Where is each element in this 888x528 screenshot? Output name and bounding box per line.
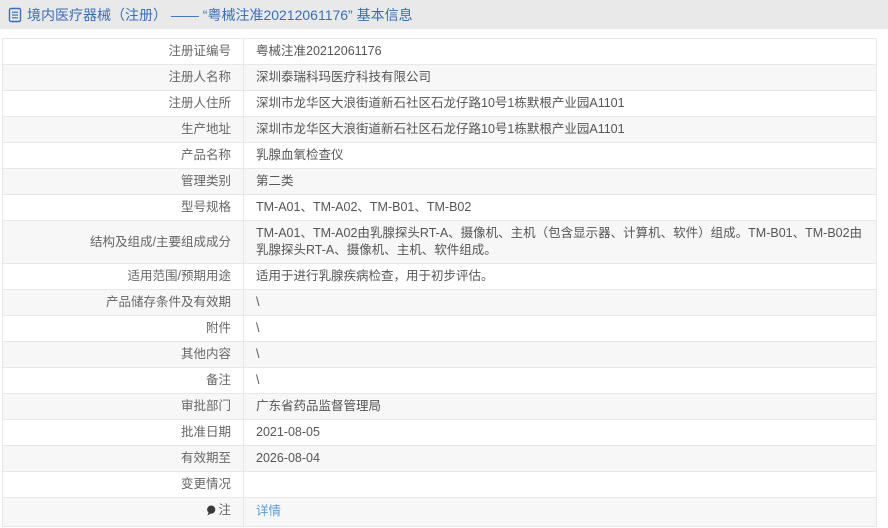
row-value: 深圳市龙华区大浪街道新石社区石龙仔路10号1栋默根产业园A1101 bbox=[243, 116, 877, 143]
table-row-structure-composition: 结构及组成/主要组成成分 TM-A01、TM-A02由乳腺探头RT-A、摄像机、… bbox=[2, 220, 877, 264]
row-label: 产品储存条件及有效期 bbox=[2, 289, 244, 316]
row-label: 管理类别 bbox=[2, 168, 244, 195]
row-value: 2021-08-05 bbox=[243, 419, 877, 446]
table-row-model-spec: 型号规格 TM-A01、TM-A02、TM-B01、TM-B02 bbox=[2, 194, 877, 221]
row-value: TM-A01、TM-A02、TM-B01、TM-B02 bbox=[243, 194, 877, 221]
table-row-remarks: 备注 \ bbox=[2, 367, 877, 394]
table-row-cert-number: 注册证编号 粤械注准20212061176 bbox=[2, 38, 877, 65]
row-label: 注册人住所 bbox=[2, 90, 244, 117]
row-label: 注 bbox=[2, 497, 244, 527]
row-value: 乳腺血氧检查仪 bbox=[243, 142, 877, 169]
table-row-expiry-date: 有效期至 2026-08-04 bbox=[2, 445, 877, 472]
row-label: 注册证编号 bbox=[2, 38, 244, 65]
row-value: 2026-08-04 bbox=[243, 445, 877, 472]
table-row-storage-validity: 产品储存条件及有效期 \ bbox=[2, 289, 877, 316]
row-value: \ bbox=[243, 315, 877, 342]
row-label: 其他内容 bbox=[2, 341, 244, 368]
table-row-management-class: 管理类别 第二类 bbox=[2, 168, 877, 195]
page-header: 境内医疗器械（注册） —— “粤械注准20212061176” 基本信息 bbox=[0, 0, 888, 29]
row-value: 深圳市龙华区大浪街道新石社区石龙仔路10号1栋默根产业园A1101 bbox=[243, 90, 877, 117]
row-label: 备注 bbox=[2, 367, 244, 394]
row-value: 第二类 bbox=[243, 168, 877, 195]
table-row-registrant-name: 注册人名称 深圳泰瑞科玛医疗科技有限公司 bbox=[2, 64, 877, 91]
row-label: 审批部门 bbox=[2, 393, 244, 420]
row-label: 批准日期 bbox=[2, 419, 244, 446]
row-value: \ bbox=[243, 367, 877, 394]
row-label: 适用范围/预期用途 bbox=[2, 263, 244, 290]
note-balloon-icon bbox=[206, 505, 216, 517]
table-row-production-address: 生产地址 深圳市龙华区大浪街道新石社区石龙仔路10号1栋默根产业园A1101 bbox=[2, 116, 877, 143]
page-title: 境内医疗器械（注册） —— “粤械注准20212061176” 基本信息 bbox=[27, 6, 413, 23]
table-row-note: 注 详情 bbox=[2, 497, 877, 527]
row-label: 变更情况 bbox=[2, 471, 244, 498]
table-row-other-content: 其他内容 \ bbox=[2, 341, 877, 368]
document-icon bbox=[8, 7, 22, 23]
row-value: 详情 bbox=[243, 497, 877, 527]
table-row-attachment: 附件 \ bbox=[2, 315, 877, 342]
table-row-intended-use: 适用范围/预期用途 适用于进行乳腺疾病检查，用于初步评估。 bbox=[2, 263, 877, 290]
row-label: 有效期至 bbox=[2, 445, 244, 472]
row-label: 生产地址 bbox=[2, 116, 244, 143]
table-row-approval-date: 批准日期 2021-08-05 bbox=[2, 419, 877, 446]
row-value: \ bbox=[243, 341, 877, 368]
row-label: 型号规格 bbox=[2, 194, 244, 221]
row-value bbox=[243, 471, 877, 498]
row-label: 产品名称 bbox=[2, 142, 244, 169]
table-row-product-name: 产品名称 乳腺血氧检查仪 bbox=[2, 142, 877, 169]
row-value: 广东省药品监督管理局 bbox=[243, 393, 877, 420]
row-value: 粤械注准20212061176 bbox=[243, 38, 877, 65]
row-label: 附件 bbox=[2, 315, 244, 342]
table-row-change-status: 变更情况 bbox=[2, 471, 877, 498]
row-label: 结构及组成/主要组成成分 bbox=[2, 220, 244, 264]
row-value: TM-A01、TM-A02由乳腺探头RT-A、摄像机、主机（包含显示器、计算机、… bbox=[243, 220, 877, 264]
registration-info-table: 注册证编号 粤械注准20212061176 注册人名称 深圳泰瑞科玛医疗科技有限… bbox=[2, 38, 877, 527]
table-row-approval-department: 审批部门 广东省药品监督管理局 bbox=[2, 393, 877, 420]
row-value: 适用于进行乳腺疾病检查，用于初步评估。 bbox=[243, 263, 877, 290]
detail-link[interactable]: 详情 bbox=[256, 504, 281, 518]
row-value: 深圳泰瑞科玛医疗科技有限公司 bbox=[243, 64, 877, 91]
row-value: \ bbox=[243, 289, 877, 316]
table-row-registrant-address: 注册人住所 深圳市龙华区大浪街道新石社区石龙仔路10号1栋默根产业园A1101 bbox=[2, 90, 877, 117]
row-label: 注册人名称 bbox=[2, 64, 244, 91]
note-label-text: 注 bbox=[218, 503, 231, 517]
